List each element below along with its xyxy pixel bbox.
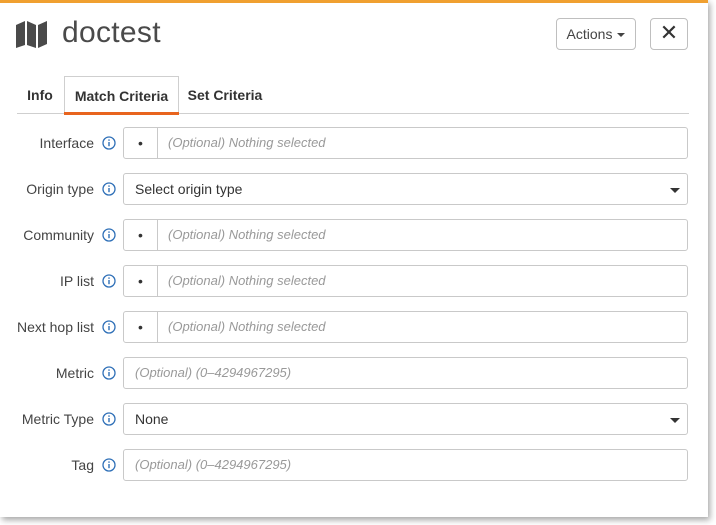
metric-field[interactable]: (Optional) (0–4294967295) xyxy=(123,357,688,389)
ip-list-label: IP list xyxy=(60,273,94,289)
tab-bar: Info Match Criteria Set Criteria xyxy=(17,76,689,115)
caret-down-icon xyxy=(617,33,626,37)
tag-row: Tag (Optional) (0–4294967295) xyxy=(0,449,708,481)
metric-type-select[interactable]: None xyxy=(123,403,688,435)
interface-row: Interface • (Optional) Nothing selected xyxy=(0,127,708,159)
origin-type-label: Origin type xyxy=(26,181,94,197)
next-hop-list-select-button[interactable]: • xyxy=(123,311,158,343)
tab-info[interactable]: Info xyxy=(17,76,63,114)
ip-list-field[interactable]: (Optional) Nothing selected xyxy=(157,265,688,297)
origin-type-value: Select origin type xyxy=(135,181,243,197)
close-icon: ✕ xyxy=(659,21,679,46)
metric-type-value: None xyxy=(135,411,169,427)
community-field[interactable]: (Optional) Nothing selected xyxy=(157,219,688,251)
caret-down-icon xyxy=(670,418,680,423)
interface-label: Interface xyxy=(39,135,94,151)
actions-label: Actions xyxy=(566,26,613,42)
origin-type-select[interactable]: Select origin type xyxy=(123,173,688,205)
metric-label: Metric xyxy=(55,365,94,381)
tag-label: Tag xyxy=(71,457,94,473)
info-icon[interactable] xyxy=(102,366,116,380)
route-map-panel: doctest Actions ✕ Info Match Criteria Se… xyxy=(0,0,708,517)
close-button[interactable]: ✕ xyxy=(650,18,688,50)
community-row: Community • (Optional) Nothing selected xyxy=(0,219,708,251)
interface-select-button[interactable]: • xyxy=(123,127,158,159)
tab-set-criteria[interactable]: Set Criteria xyxy=(180,76,270,114)
info-icon[interactable] xyxy=(102,136,116,150)
info-icon[interactable] xyxy=(102,458,116,472)
info-icon[interactable] xyxy=(102,320,116,334)
ip-list-select-button[interactable]: • xyxy=(123,265,158,297)
caret-down-icon xyxy=(670,188,680,193)
metric-type-label: Metric Type xyxy=(21,411,94,427)
page-title: doctest xyxy=(62,16,161,49)
info-icon[interactable] xyxy=(102,182,116,196)
tag-field[interactable]: (Optional) (0–4294967295) xyxy=(123,449,688,481)
ip-list-row: IP list • (Optional) Nothing selected xyxy=(0,265,708,297)
tab-match-criteria[interactable]: Match Criteria xyxy=(64,76,179,115)
map-icon xyxy=(16,21,47,48)
info-icon[interactable] xyxy=(102,228,116,242)
actions-dropdown-button[interactable]: Actions xyxy=(556,18,636,50)
next-hop-list-field[interactable]: (Optional) Nothing selected xyxy=(157,311,688,343)
community-label: Community xyxy=(23,227,94,243)
next-hop-list-row: Next hop list • (Optional) Nothing selec… xyxy=(0,311,708,343)
interface-field[interactable]: (Optional) Nothing selected xyxy=(157,127,688,159)
panel-header: doctest Actions ✕ xyxy=(0,3,708,63)
info-icon[interactable] xyxy=(102,412,116,426)
origin-type-row: Origin type Select origin type xyxy=(0,173,708,205)
metric-row: Metric (Optional) (0–4294967295) xyxy=(0,357,708,389)
community-select-button[interactable]: • xyxy=(123,219,158,251)
info-icon[interactable] xyxy=(102,274,116,288)
next-hop-list-label: Next hop list xyxy=(16,319,94,335)
metric-type-row: Metric Type None xyxy=(0,403,708,435)
